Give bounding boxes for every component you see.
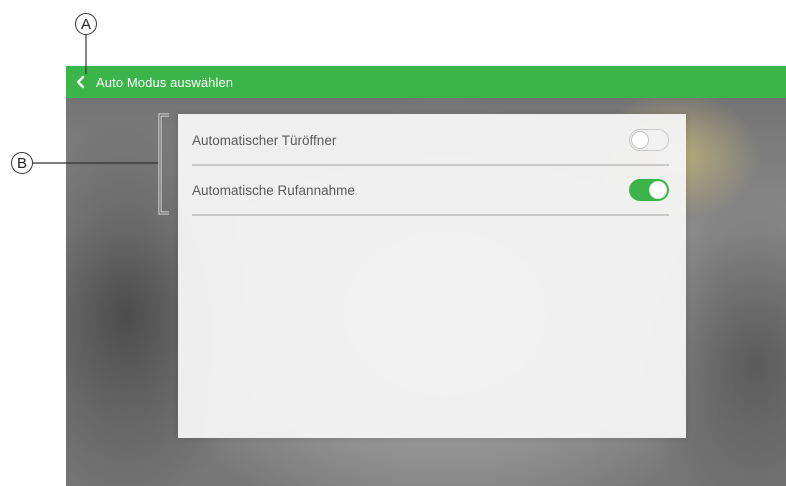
title-bar: Auto Modus auswählen bbox=[66, 66, 786, 98]
setting-row-auto-call-answer: Automatische Rufannahme bbox=[192, 166, 669, 216]
back-button[interactable] bbox=[66, 66, 96, 98]
setting-row-auto-door-opener: Automatischer Türöffner bbox=[192, 116, 669, 166]
setting-label: Automatische Rufannahme bbox=[192, 182, 355, 198]
toggle-knob bbox=[631, 131, 649, 149]
page-title: Auto Modus auswählen bbox=[96, 74, 234, 90]
settings-panel: Automatischer Türöffner Automatische Ruf… bbox=[178, 114, 686, 438]
callout-b-marker: B bbox=[11, 152, 33, 174]
chevron-left-icon bbox=[76, 75, 85, 89]
manual-figure: Auto Modus auswählen Automatischer Türöf… bbox=[0, 0, 786, 486]
setting-label: Automatischer Türöffner bbox=[192, 132, 337, 148]
device-screen: Auto Modus auswählen Automatischer Türöf… bbox=[66, 66, 786, 486]
toggle-knob bbox=[649, 181, 667, 199]
auto-call-answer-toggle[interactable] bbox=[629, 179, 669, 201]
auto-door-opener-toggle[interactable] bbox=[629, 129, 669, 151]
callout-a-marker: A bbox=[75, 13, 97, 35]
